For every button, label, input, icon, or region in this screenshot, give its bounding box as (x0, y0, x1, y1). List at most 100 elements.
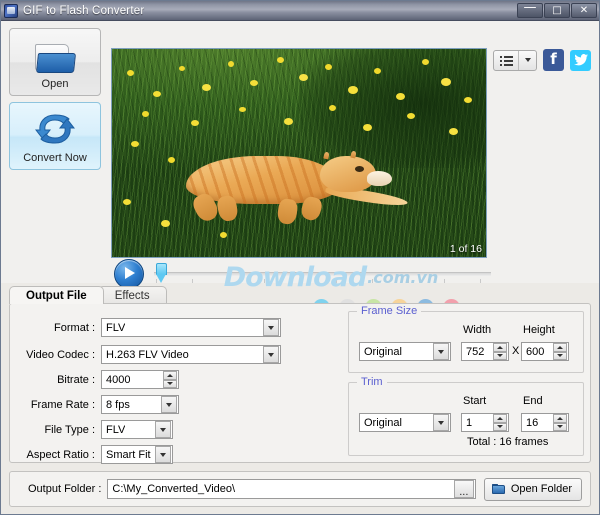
spinner-down-icon[interactable] (553, 422, 567, 431)
aspect-ratio-value: Smart Fit (106, 448, 151, 461)
chevron-down-icon[interactable] (155, 421, 171, 438)
start-label: Start (463, 395, 487, 407)
field-bitrate-label: Bitrate : (57, 373, 95, 386)
spinner-up-icon[interactable] (493, 343, 507, 352)
window-controls: — □ ✕ (517, 0, 597, 18)
title-bar: GIF to Flash Converter — □ ✕ (1, 1, 599, 21)
folder-icon (491, 483, 506, 495)
chevron-down-icon[interactable] (263, 346, 279, 363)
facebook-icon[interactable]: f (543, 49, 564, 71)
player-controls: Download .com.vn (111, 259, 491, 295)
spinner-buttons[interactable] (163, 371, 177, 388)
height-value: 600 (526, 345, 545, 358)
total-frames-label: Total : 16 frames (467, 436, 549, 448)
open-folder-button[interactable]: Open Folder (483, 477, 582, 501)
twitter-icon[interactable] (570, 49, 591, 71)
width-spinner[interactable]: 752 (461, 342, 509, 361)
file-type-select[interactable]: FLV (101, 420, 173, 439)
spinner-up-icon[interactable] (163, 371, 177, 380)
facebook-label: f (550, 50, 557, 68)
spinner-buttons[interactable] (553, 343, 567, 360)
tab-output-file-label: Output File (26, 289, 87, 302)
format-select[interactable]: FLV (101, 318, 281, 337)
application-window: GIF to Flash Converter — □ ✕ Open Conver… (0, 0, 600, 515)
watermark-main: Download (223, 261, 367, 293)
browse-button[interactable]: ... (453, 480, 474, 498)
action-button-column: Open Convert Now (9, 28, 101, 170)
spinner-down-icon[interactable] (493, 422, 507, 431)
window-title: GIF to Flash Converter (23, 4, 145, 17)
chevron-down-icon[interactable] (433, 343, 449, 360)
maximize-button[interactable]: □ (544, 3, 570, 18)
minimize-button[interactable]: — (517, 0, 543, 18)
frame-size-group: Frame Size Width Height Original 752 X 6… (348, 305, 584, 373)
file-type-value: FLV (106, 423, 126, 436)
end-spinner[interactable]: 16 (521, 413, 569, 432)
preview-image (112, 49, 486, 257)
play-button[interactable] (114, 259, 144, 289)
field-aspect-ratio-label: Aspect Ratio : (26, 448, 95, 461)
frame-size-preset-select[interactable]: Original (359, 342, 451, 361)
spinner-buttons[interactable] (493, 414, 507, 431)
frame-size-preset-value: Original (364, 345, 402, 358)
upper-panel: Open Convert Now f 1 of 16 Download .com… (1, 21, 599, 316)
output-folder-bar: Output Folder : C:\My_Converted_Video\ .… (9, 471, 591, 507)
spinner-down-icon[interactable] (163, 379, 177, 388)
format-value: FLV (106, 321, 126, 334)
spinner-up-icon[interactable] (553, 414, 567, 423)
convert-now-button[interactable]: Convert Now (9, 102, 101, 170)
maximize-icon: □ (552, 5, 562, 16)
convert-now-label: Convert Now (23, 152, 87, 164)
open-button-label: Open (41, 78, 69, 90)
seek-track[interactable] (154, 272, 491, 276)
chevron-down-icon[interactable] (155, 446, 171, 463)
spinner-up-icon[interactable] (493, 414, 507, 423)
trim-preset-select[interactable]: Original (359, 413, 451, 432)
field-file-type: File Type : FLV (10, 420, 290, 439)
width-label: Width (463, 324, 492, 336)
field-video-codec-label: Video Codec : (26, 348, 95, 361)
spinner-down-icon[interactable] (493, 351, 507, 360)
output-folder-label: Output Folder : (28, 483, 102, 495)
tab-effects-label: Effects (114, 289, 150, 302)
list-icon (494, 50, 519, 70)
settings-panel: Format : FLV Video Codec : H.263 FLV Vid… (9, 303, 591, 464)
spinner-buttons[interactable] (553, 414, 567, 431)
frame-size-title: Frame Size (357, 305, 422, 317)
aspect-ratio-select[interactable]: Smart Fit (101, 445, 173, 464)
field-video-codec: Video Codec : H.263 FLV Video (10, 345, 290, 364)
output-folder-input[interactable]: C:\My_Converted_Video\ ... (107, 479, 476, 499)
seek-ticks (154, 279, 491, 284)
field-bitrate: Bitrate : 4000 (10, 370, 290, 389)
field-frame-rate: Frame Rate : 8 fps (10, 395, 290, 414)
spinner-buttons[interactable] (493, 343, 507, 360)
spinner-down-icon[interactable] (553, 351, 567, 360)
open-button[interactable]: Open (9, 28, 101, 96)
frame-counter: 1 of 16 (449, 243, 482, 255)
chevron-down-icon[interactable] (433, 414, 449, 431)
bitrate-spinner[interactable]: 4000 (101, 370, 179, 389)
video-codec-value: H.263 FLV Video (106, 348, 189, 361)
trim-group: Trim Start End Original 1 16 Total: 16 … (348, 376, 584, 456)
output-folder-value: C:\My_Converted_Video\ (112, 483, 236, 495)
toolbar-icons: f (493, 49, 591, 71)
close-button[interactable]: ✕ (571, 3, 597, 18)
chevron-down-icon[interactable] (519, 51, 536, 70)
start-spinner[interactable]: 1 (461, 413, 509, 432)
height-spinner[interactable]: 600 (521, 342, 569, 361)
field-format: Format : FLV (10, 318, 290, 337)
chevron-down-icon[interactable] (263, 319, 279, 336)
field-file-type-label: File Type : (44, 423, 95, 436)
tab-output-file[interactable]: Output File (9, 286, 104, 304)
minimize-icon: — (523, 0, 537, 15)
video-preview[interactable]: 1 of 16 (111, 48, 487, 258)
list-menu-button[interactable] (493, 49, 537, 71)
chevron-down-icon[interactable] (161, 396, 177, 413)
dimension-separator: X (512, 345, 520, 357)
height-label: Height (523, 324, 555, 336)
spinner-up-icon[interactable] (553, 343, 567, 352)
frame-rate-select[interactable]: 8 fps (101, 395, 179, 414)
tab-effects[interactable]: Effects (97, 286, 167, 304)
seek-handle[interactable] (156, 263, 167, 283)
video-codec-select[interactable]: H.263 FLV Video (101, 345, 281, 364)
